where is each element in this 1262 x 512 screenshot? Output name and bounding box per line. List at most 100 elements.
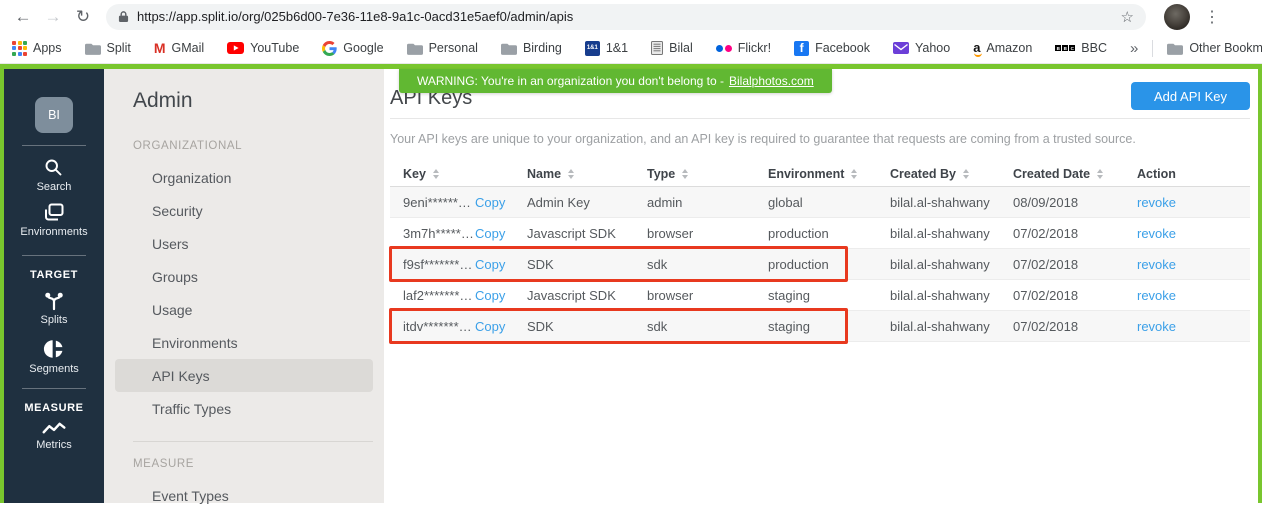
yahoo-icon <box>893 42 909 54</box>
bookmark-apps[interactable]: Apps <box>12 41 62 56</box>
bookmark-label: GMail <box>172 41 205 55</box>
bookmarks-bar: Apps Split M GMail YouTube Google Person… <box>0 33 1262 64</box>
bookmark-birding[interactable]: Birding <box>501 41 562 55</box>
bookmark-label: Facebook <box>815 41 870 55</box>
copy-link[interactable]: Copy <box>475 195 505 210</box>
admin-item-groups[interactable]: Groups <box>115 260 373 293</box>
bookmark-label: Birding <box>523 41 562 55</box>
admin-item-api-keys[interactable]: API Keys <box>115 359 373 392</box>
cell-environment: staging <box>768 319 890 334</box>
browser-profile-avatar[interactable] <box>1164 4 1190 30</box>
bookmark-flickr[interactable]: Flickr! <box>716 41 771 55</box>
bookmark-gmail[interactable]: M GMail <box>154 40 204 56</box>
admin-item-event-types[interactable]: Event Types <box>115 479 373 512</box>
cell-created-by: bilal.al-shahwany <box>890 257 1013 272</box>
cell-created-by: bilal.al-shahwany <box>890 226 1013 241</box>
admin-item-traffic-types[interactable]: Traffic Types <box>115 392 373 425</box>
admin-item-security[interactable]: Security <box>115 194 373 227</box>
add-api-key-button[interactable]: Add API Key <box>1131 82 1250 110</box>
sidebar-item-label: Search <box>37 181 72 193</box>
copy-link[interactable]: Copy <box>475 226 505 241</box>
cell-type: browser <box>647 226 768 241</box>
revoke-link[interactable]: revoke <box>1137 195 1176 210</box>
bookmark-label: Flickr! <box>738 41 771 55</box>
bookmark-1and1[interactable]: 1&1 1&1 <box>585 41 628 56</box>
bookmark-bbc[interactable]: BBC BBC <box>1055 41 1107 55</box>
revoke-link[interactable]: revoke <box>1137 288 1176 303</box>
admin-item-environments[interactable]: Environments <box>115 326 373 359</box>
warning-link[interactable]: Bilalphotos.com <box>729 74 814 88</box>
back-button[interactable]: ← <box>10 4 36 30</box>
bookmark-star-icon[interactable]: ☆ <box>1121 8 1134 26</box>
other-bookmarks[interactable]: Other Bookmarks <box>1167 41 1262 55</box>
flickr-icon <box>716 45 732 52</box>
cell-name: Javascript SDK <box>527 226 647 241</box>
sidebar-item-splits[interactable]: Splits <box>41 288 68 326</box>
three-dot-menu-icon[interactable]: ⋮ <box>1204 7 1220 27</box>
bookmark-label: Apps <box>33 41 62 55</box>
api-key-value: f9sf*******… <box>403 257 475 272</box>
revoke-link[interactable]: revoke <box>1137 226 1176 241</box>
column-header-action: Action <box>1137 167 1250 181</box>
sort-icon <box>568 169 574 179</box>
bookmarks-divider <box>1152 40 1153 57</box>
admin-item-organization[interactable]: Organization <box>115 161 373 194</box>
sort-icon <box>1097 169 1103 179</box>
bookmark-split[interactable]: Split <box>85 41 131 55</box>
bookmark-label: Yahoo <box>915 41 950 55</box>
cell-created-date: 07/02/2018 <box>1013 257 1137 272</box>
revoke-link[interactable]: revoke <box>1137 257 1176 272</box>
user-avatar[interactable]: BI <box>35 97 73 133</box>
sidebar-item-environments[interactable]: Environments <box>20 202 87 238</box>
column-header-created-date[interactable]: Created Date <box>1013 167 1137 181</box>
sidebar-item-segments[interactable]: Segments <box>29 338 79 375</box>
url-bar[interactable]: https://app.split.io/org/025b6d00-7e36-1… <box>106 4 1146 30</box>
copy-link[interactable]: Copy <box>475 257 505 272</box>
bookmark-amazon[interactable]: a Amazon <box>973 40 1032 57</box>
table-row-highlighted: itdv*******…Copy SDK sdk staging bilal.a… <box>390 311 1250 342</box>
api-key-value: laf2*******… <box>403 288 475 303</box>
reload-button[interactable]: ↻ <box>70 4 96 30</box>
sidebar-item-metrics[interactable]: Metrics <box>36 421 71 451</box>
environments-icon <box>42 202 66 223</box>
api-key-value: 9eni******… <box>403 195 475 210</box>
admin-item-usage[interactable]: Usage <box>115 293 373 326</box>
bookmark-label: BBC <box>1081 41 1107 55</box>
column-header-key[interactable]: Key <box>403 167 527 181</box>
folder-icon <box>407 42 423 55</box>
sidebar-section-measure: MEASURE <box>24 402 83 414</box>
cell-name: Admin Key <box>527 195 647 210</box>
bookmark-yahoo[interactable]: Yahoo <box>893 41 950 55</box>
lock-icon <box>118 10 129 23</box>
splits-icon <box>43 288 65 311</box>
warning-text: WARNING: You're in an organization you d… <box>417 74 724 88</box>
bookmark-bilal[interactable]: Bilal <box>651 41 693 55</box>
bookmark-facebook[interactable]: f Facebook <box>794 41 870 56</box>
cell-type: sdk <box>647 319 768 334</box>
bookmark-google[interactable]: Google <box>322 41 383 56</box>
bookmark-label: Split <box>107 41 131 55</box>
column-header-name[interactable]: Name <box>527 167 647 181</box>
column-header-created-by[interactable]: Created By <box>890 167 1013 181</box>
sidebar-item-label: Segments <box>29 363 79 375</box>
admin-item-users[interactable]: Users <box>115 227 373 260</box>
bookmark-youtube[interactable]: YouTube <box>227 41 299 55</box>
column-header-environment[interactable]: Environment <box>768 167 890 181</box>
cell-name: SDK <box>527 257 647 272</box>
copy-link[interactable]: Copy <box>475 288 505 303</box>
cell-created-date: 07/02/2018 <box>1013 319 1137 334</box>
bookmark-personal[interactable]: Personal <box>407 41 478 55</box>
metrics-icon <box>41 421 67 436</box>
main-content: WARNING: You're in an organization you d… <box>384 69 1258 503</box>
cell-type: browser <box>647 288 768 303</box>
column-header-type[interactable]: Type <box>647 167 768 181</box>
forward-button[interactable]: → <box>40 4 66 30</box>
cell-environment: staging <box>768 288 890 303</box>
copy-link[interactable]: Copy <box>475 319 505 334</box>
cell-environment: global <box>768 195 890 210</box>
sort-icon <box>433 169 439 179</box>
sidebar-item-search[interactable]: Search <box>37 157 72 193</box>
revoke-link[interactable]: revoke <box>1137 319 1176 334</box>
bookmarks-overflow-chevron[interactable]: » <box>1130 40 1138 57</box>
cell-created-date: 07/02/2018 <box>1013 226 1137 241</box>
